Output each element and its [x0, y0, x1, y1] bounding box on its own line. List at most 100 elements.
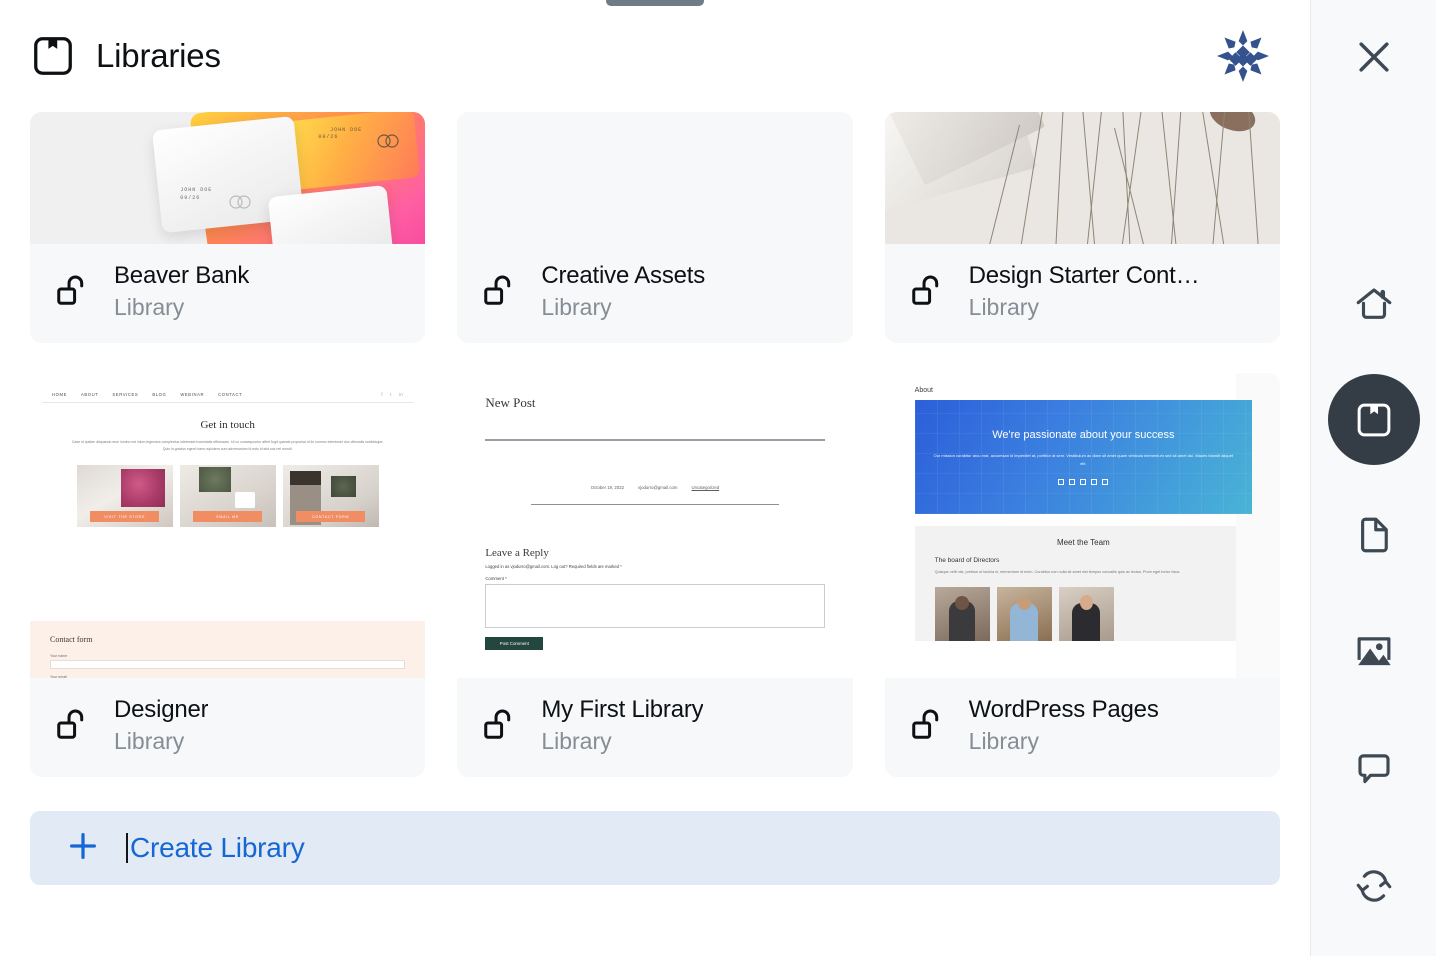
- library-card-title: Designer: [114, 696, 208, 724]
- thumb-post-category: Uncategorized: [691, 485, 719, 490]
- document-icon: [1353, 514, 1395, 556]
- library-card-design-starter-content[interactable]: Design Starter Cont… Library: [885, 112, 1280, 343]
- library-thumbnail-new-post-page: New Post October 19, 2022 vjodurro@gmail…: [457, 373, 852, 678]
- comment-icon: [1353, 748, 1395, 790]
- library-card-my-first-library[interactable]: New Post October 19, 2022 vjodurro@gmail…: [457, 373, 852, 777]
- library-card-designer[interactable]: HOME ABOUT SERVICES BLOG WEBINAR CONTACT…: [30, 373, 425, 777]
- create-library-button[interactable]: Create Library: [30, 811, 1280, 885]
- nav-item: HOME: [52, 392, 67, 397]
- thumb-submit-button: Post Comment: [485, 637, 543, 650]
- unlocked-icon: [909, 270, 947, 313]
- libraries-content: JOHN DOE 09/26 JOHN DOE 09/26: [0, 112, 1310, 956]
- create-library-row: Create Library: [30, 811, 1280, 885]
- library-card-subtitle: Library: [969, 294, 1200, 321]
- library-card-title: Design Starter Cont…: [969, 262, 1200, 290]
- toolbar-item-media[interactable]: [1326, 604, 1422, 699]
- thumb-body: Case id quiden aliquando eum lumino est …: [72, 439, 384, 453]
- thumb-image: VISIT THE STORE: [77, 465, 173, 527]
- home-icon: [1353, 283, 1395, 325]
- library-card-beaver-bank[interactable]: JOHN DOE 09/26 JOHN DOE 09/26: [30, 112, 425, 343]
- close-button[interactable]: [1326, 9, 1422, 104]
- library-card-subtitle: Library: [114, 728, 208, 755]
- toolbar-item-updates[interactable]: [1326, 839, 1422, 934]
- text-cursor: [126, 833, 128, 863]
- library-thumbnail-about-page: About We're passionate about your succes…: [885, 373, 1280, 678]
- beaver-builder-logo-icon: [1212, 25, 1274, 87]
- right-toolbar: [1310, 0, 1436, 956]
- library-card-subtitle: Library: [114, 294, 249, 321]
- thumb-hero-body: Our mission curabitur arcu erat, accumsa…: [931, 452, 1236, 468]
- create-library-label-wrap[interactable]: Create Library: [126, 832, 305, 864]
- unlocked-icon: [481, 270, 519, 313]
- nav-item: CONTACT: [218, 392, 242, 397]
- library-card-text: Beaver Bank Library: [114, 262, 249, 321]
- thumb-field-box: [50, 660, 405, 669]
- unlocked-icon: [909, 704, 947, 747]
- thumb-button: EMAIL ME: [193, 511, 262, 522]
- thumb-team-photo: [997, 587, 1052, 641]
- library-thumbnail-contact-page: HOME ABOUT SERVICES BLOG WEBINAR CONTACT…: [30, 373, 425, 678]
- nav-item: SERVICES: [112, 392, 138, 397]
- thumb-button: VISIT THE STORE: [90, 511, 159, 522]
- library-card-text: Creative Assets Library: [541, 262, 705, 321]
- nav-item: WEBINAR: [180, 392, 204, 397]
- nav-item: BLOG: [152, 392, 166, 397]
- library-card-footer: Beaver Bank Library: [30, 244, 425, 343]
- library-thumbnail-pampas-desk: [885, 112, 1280, 244]
- library-card-text: Design Starter Cont… Library: [969, 262, 1200, 321]
- panel-drag-handle[interactable]: [606, 0, 704, 6]
- page-title: Libraries: [96, 37, 221, 75]
- thumb-button: CONTACT FORM: [296, 511, 365, 522]
- thumb-kicker: About: [915, 387, 1252, 394]
- library-box-icon: [30, 33, 76, 79]
- image-icon: [1353, 631, 1395, 673]
- thumb-nav: HOME ABOUT SERVICES BLOG WEBINAR CONTACT…: [42, 387, 413, 403]
- thumb-team-photo: [935, 587, 990, 641]
- toolbar-item-home[interactable]: [1326, 257, 1422, 352]
- toolbar-item-comments[interactable]: [1326, 722, 1422, 817]
- library-card-subtitle: Library: [969, 728, 1159, 755]
- thumb-image-row: VISIT THE STORE EMAIL ME: [42, 465, 413, 527]
- plus-icon: [66, 829, 100, 868]
- library-card-subtitle: Library: [541, 294, 705, 321]
- thumb-post-date: October 19, 2022: [591, 485, 624, 490]
- sync-icon: [1353, 865, 1395, 907]
- thumb-team-section: Meet the Team The board of Directors Qui…: [915, 526, 1252, 641]
- unlocked-icon: [481, 704, 519, 747]
- thumb-field-label: Your name: [50, 654, 405, 658]
- library-card-wordpress-pages[interactable]: About We're passionate about your succes…: [885, 373, 1280, 777]
- libraries-panel-root: Libraries: [0, 0, 1436, 956]
- thumb-heading: Get in touch: [42, 419, 413, 431]
- thumb-team-heading: Meet the Team: [935, 538, 1232, 547]
- library-card-footer: Creative Assets Library: [457, 244, 852, 343]
- library-card-subtitle: Library: [541, 728, 703, 755]
- thumb-divider: [485, 439, 824, 441]
- libraries-panel: Libraries: [0, 0, 1310, 956]
- library-card-footer: Design Starter Cont… Library: [885, 244, 1280, 343]
- library-card-creative-assets[interactable]: Creative Assets Library: [457, 112, 852, 343]
- thumb-contact-form: Contact form Your name Your email Your p…: [30, 621, 425, 678]
- library-card-footer: Designer Library: [30, 678, 425, 777]
- libraries-grid: JOHN DOE 09/26 JOHN DOE 09/26: [30, 112, 1280, 777]
- thumb-comment-label: Comment *: [485, 576, 824, 581]
- library-card-title: Creative Assets: [541, 262, 705, 290]
- toolbar-item-saved[interactable]: [1328, 374, 1420, 465]
- library-thumbnail-empty: [457, 112, 852, 244]
- thumb-hero: We're passionate about your success Our …: [915, 400, 1252, 514]
- library-card-text: WordPress Pages Library: [969, 696, 1159, 755]
- panel-header: Libraries: [0, 0, 1310, 112]
- library-card-footer: WordPress Pages Library: [885, 678, 1280, 777]
- library-icon: [1353, 399, 1395, 441]
- library-card-footer: My First Library Library: [457, 678, 852, 777]
- thumb-reply-heading: Leave a Reply: [485, 547, 824, 559]
- thumb-hero-heading: We're passionate about your success: [992, 429, 1174, 443]
- thumb-image: EMAIL ME: [180, 465, 276, 527]
- thumb-reply-note: Logged in as vjodurro@gmail.com. Log out…: [485, 564, 824, 569]
- create-library-label: Create Library: [130, 832, 305, 863]
- thumb-team-photo: [1059, 587, 1114, 641]
- toolbar-item-content[interactable]: [1326, 487, 1422, 582]
- library-card-title: WordPress Pages: [969, 696, 1159, 724]
- thumb-form-heading: Contact form: [50, 635, 405, 644]
- library-card-title: Beaver Bank: [114, 262, 249, 290]
- library-card-text: Designer Library: [114, 696, 208, 755]
